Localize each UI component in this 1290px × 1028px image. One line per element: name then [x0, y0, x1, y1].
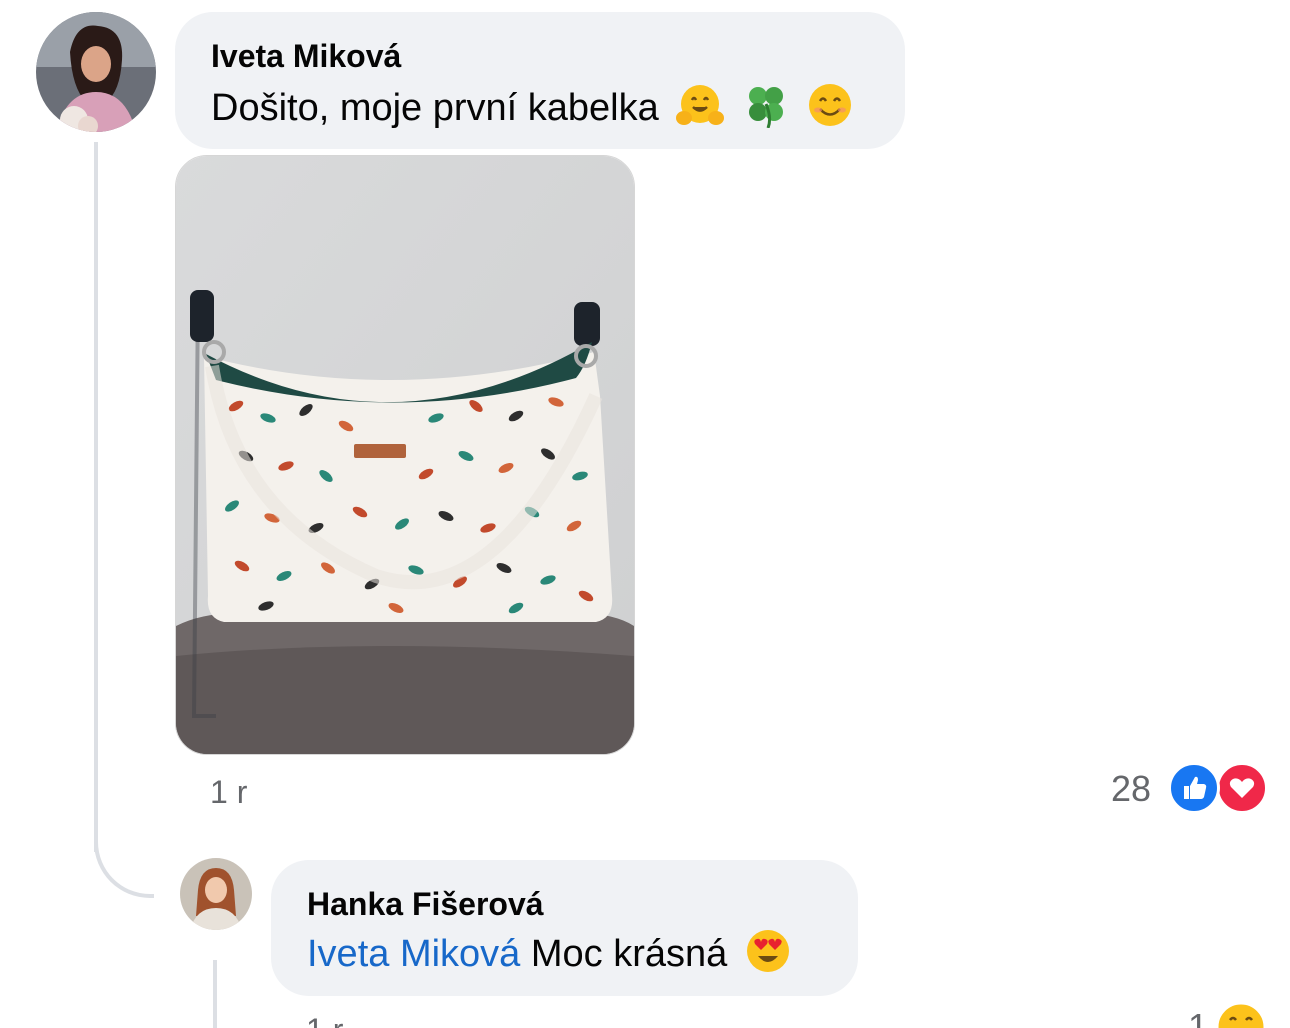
reply-text-row: Iveta Miková Moc krásná	[307, 928, 792, 984]
reply-reaction-count[interactable]: 1	[1188, 1006, 1208, 1028]
comment-bubble[interactable]: Iveta Miková Došito, moje první kabelka	[175, 12, 905, 149]
reply-author[interactable]: Hanka Fišerová	[307, 886, 544, 923]
comment-thread: Iveta Miková Došito, moje první kabelka	[0, 0, 1290, 1028]
reply-timestamp[interactable]: 1 r	[306, 1012, 343, 1028]
avatar-photo-icon	[180, 858, 252, 930]
hugging-face-icon	[675, 82, 725, 138]
reply-thread-line	[213, 960, 217, 1028]
mention-link[interactable]: Iveta Miková	[307, 933, 520, 975]
comment-timestamp[interactable]: 1 r	[210, 774, 247, 811]
handbag-photo	[176, 156, 634, 754]
like-icon[interactable]	[1168, 762, 1220, 814]
thread-line-curve	[94, 800, 154, 898]
reply-avatar[interactable]	[180, 858, 252, 930]
thread-line-vertical	[94, 142, 98, 852]
love-icon[interactable]	[1216, 762, 1268, 814]
four-leaf-clover-icon	[742, 82, 790, 138]
smiling-face-icon	[806, 82, 854, 138]
care-icon[interactable]	[1214, 1000, 1268, 1028]
heart-eyes-icon	[744, 928, 792, 984]
avatar[interactable]	[36, 12, 156, 132]
comment-text-row: Došito, moje první kabelka	[211, 82, 854, 138]
comment-text: Došito, moje první kabelka	[211, 87, 659, 130]
comment-photo[interactable]	[175, 155, 635, 755]
reply-text: Moc krásná	[530, 933, 728, 976]
reply-bubble[interactable]: Hanka Fišerová Iveta Miková Moc krásná	[271, 860, 858, 996]
comment-reaction-count[interactable]: 28	[1111, 768, 1151, 810]
comment-author[interactable]: Iveta Miková	[211, 38, 401, 75]
avatar-photo-icon	[36, 12, 156, 132]
